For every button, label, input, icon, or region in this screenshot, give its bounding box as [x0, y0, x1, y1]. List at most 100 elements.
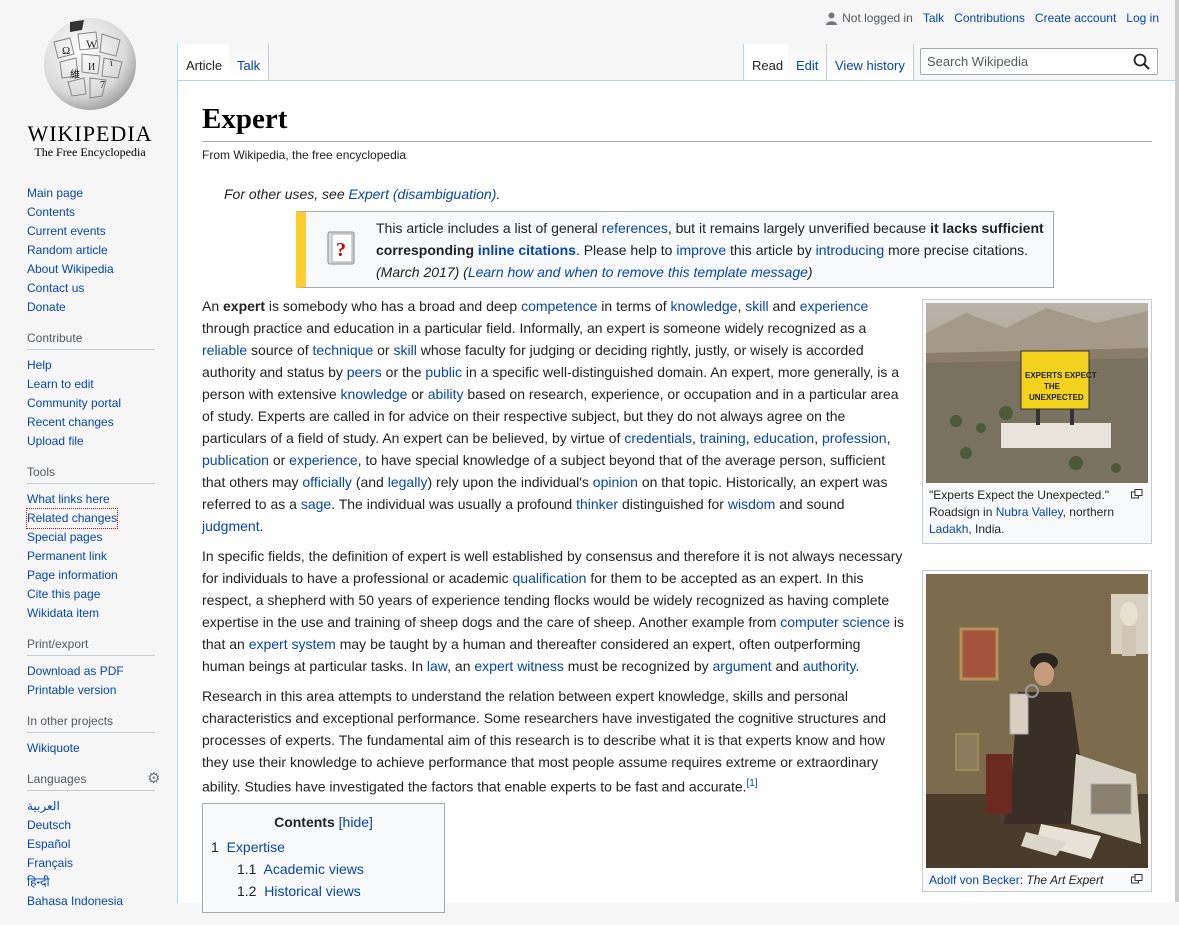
inline-link[interactable]: public: [425, 364, 462, 380]
sidebar-item-wikiquote[interactable]: Wikiquote: [27, 739, 172, 758]
language-link-fran-ais[interactable]: Français: [27, 854, 172, 873]
inline-link[interactable]: credentials: [624, 430, 692, 446]
search-input[interactable]: [921, 53, 1131, 70]
language-link-item-0[interactable]: العربية: [27, 797, 172, 816]
tab-talk[interactable]: Talk: [229, 44, 270, 80]
inline-link[interactable]: qualification: [513, 570, 587, 586]
inline-link[interactable]: argument: [713, 658, 772, 674]
sidebar-item-what-links-here[interactable]: What links here: [27, 490, 172, 509]
toc-entry[interactable]: 1 Expertise: [211, 836, 285, 858]
language-link-deutsch[interactable]: Deutsch: [27, 816, 172, 835]
tab-read[interactable]: Read: [743, 44, 793, 80]
sidebar-item-main-page[interactable]: Main page: [27, 184, 172, 203]
projects-heading: In other projects: [27, 714, 155, 733]
inline-link[interactable]: peers: [347, 364, 382, 380]
roadsign-image[interactable]: EXPERTS EXPECT THE UNEXPECTED: [926, 303, 1148, 483]
sidebar-item-upload-file[interactable]: Upload file: [27, 432, 172, 451]
toc-entry-label: Historical views: [264, 883, 361, 899]
inline-link[interactable]: ability: [428, 386, 464, 402]
search-box: [920, 48, 1158, 75]
sidebar-item-current-events[interactable]: Current events: [27, 222, 172, 241]
text-run: ,: [886, 430, 891, 446]
enlarge-icon[interactable]: [1131, 874, 1143, 884]
inline-link[interactable]: publication: [202, 452, 269, 468]
inline-link[interactable]: officially: [302, 474, 352, 490]
inline-link[interactable]: education: [754, 430, 815, 446]
sidebar-item-download-as-pdf[interactable]: Download as PDF: [27, 662, 172, 681]
inline-link[interactable]: opinion: [593, 474, 638, 490]
text-run: ,: [814, 430, 822, 446]
toc-hide-link[interactable]: [hide]: [339, 814, 373, 830]
sidebar-item-wikidata-item[interactable]: Wikidata item: [27, 604, 172, 623]
sidebar-item-recent-changes[interactable]: Recent changes: [27, 413, 172, 432]
inline-link[interactable]: thinker: [576, 496, 618, 512]
sidebar-item-permanent-link[interactable]: Permanent link: [27, 547, 172, 566]
introducing-link[interactable]: introducing: [816, 242, 885, 258]
inline-link[interactable]: knowledge: [671, 298, 738, 314]
inline-link[interactable]: expert witness: [474, 658, 563, 674]
toc-entry[interactable]: 1.2 Historical views: [237, 880, 361, 902]
art-expert-painting[interactable]: [926, 574, 1148, 868]
contributions-link[interactable]: Contributions: [954, 11, 1025, 25]
sidebar-item-random-article[interactable]: Random article: [27, 241, 172, 260]
inline-link[interactable]: reliable: [202, 342, 247, 358]
sidebar-item-help[interactable]: Help: [27, 356, 172, 375]
search-icon[interactable]: [1131, 51, 1153, 73]
sidebar-item-related-changes[interactable]: Related changes: [25, 508, 119, 529]
tab-edit[interactable]: Edit: [788, 44, 828, 80]
tab-view-history[interactable]: View history: [827, 44, 914, 80]
sidebar-item-contents[interactable]: Contents: [27, 203, 172, 222]
toc-entry[interactable]: 1.1 Academic views: [237, 858, 364, 880]
sidebar-item-cite-this-page[interactable]: Cite this page: [27, 585, 172, 604]
sidebar-item-contact-us[interactable]: Contact us: [27, 279, 172, 298]
sidebar-item-special-pages[interactable]: Special pages: [27, 528, 172, 547]
create-account-link[interactable]: Create account: [1035, 11, 1116, 25]
wikipedia-logo[interactable]: W Ω И ϊ 維 7 WIKIPEDIA The Free Encyclope…: [20, 12, 160, 162]
scrollbar[interactable]: [1175, 0, 1179, 902]
enlarge-icon[interactable]: [1131, 489, 1143, 499]
inline-link[interactable]: experience: [289, 452, 358, 468]
log-in-link[interactable]: Log in: [1126, 11, 1159, 25]
inline-link[interactable]: technique: [313, 342, 374, 358]
language-settings-gear-icon[interactable]: ⚙: [147, 769, 163, 787]
adolf-von-becker-link[interactable]: Adolf von Becker: [929, 873, 1020, 887]
ladakh-link[interactable]: Ladakh: [929, 522, 968, 536]
references-link[interactable]: references: [602, 220, 668, 236]
inline-link[interactable]: competence: [521, 298, 597, 314]
inline-link[interactable]: expert system: [249, 636, 336, 652]
svg-text:?: ?: [336, 239, 346, 261]
improve-link[interactable]: improve: [676, 242, 726, 258]
language-link-espa-ol[interactable]: Español: [27, 835, 172, 854]
hatnote-link[interactable]: Expert (disambiguation): [349, 186, 497, 202]
language-link-item-4[interactable]: हिन्दी: [27, 873, 172, 892]
sidebar-item-about-wikipedia[interactable]: About Wikipedia: [27, 260, 172, 279]
sidebar-item-page-information[interactable]: Page information: [27, 566, 172, 585]
citation-ref[interactable]: [1]: [747, 778, 758, 789]
inline-link[interactable]: skill: [745, 298, 768, 314]
learn-more-link[interactable]: Learn how and when to remove this templa…: [468, 264, 808, 280]
inline-link[interactable]: judgment: [202, 518, 260, 534]
talk-link[interactable]: Talk: [923, 11, 944, 25]
svg-text:THE: THE: [1044, 382, 1061, 391]
sidebar-item-learn-to-edit[interactable]: Learn to edit: [27, 375, 172, 394]
inline-link[interactable]: legally: [388, 474, 428, 490]
inline-link[interactable]: training: [700, 430, 746, 446]
text-run: . The individual was usually a profound: [331, 496, 577, 512]
sidebar-item-printable-version[interactable]: Printable version: [27, 681, 172, 700]
tab-article[interactable]: Article: [177, 44, 232, 80]
inline-link[interactable]: knowledge: [341, 386, 408, 402]
inline-link[interactable]: computer science: [780, 614, 890, 630]
inline-link[interactable]: profession: [822, 430, 887, 446]
inline-link[interactable]: sage: [301, 496, 331, 512]
citation-notice-text: This article includes a list of general …: [376, 220, 1044, 280]
inline-link[interactable]: authority: [803, 658, 856, 674]
sidebar-item-donate[interactable]: Donate: [27, 298, 172, 317]
inline-link[interactable]: experience: [800, 298, 869, 314]
inline-link[interactable]: wisdom: [728, 496, 775, 512]
sidebar-item-community-portal[interactable]: Community portal: [27, 394, 172, 413]
inline-citations-link[interactable]: inline citations: [478, 242, 576, 258]
inline-link[interactable]: law: [427, 658, 447, 674]
inline-link[interactable]: skill: [393, 342, 416, 358]
wikipedia-globe-icon: W Ω И ϊ 維 7: [44, 18, 136, 110]
nubra-valley-link[interactable]: Nubra Valley: [996, 505, 1063, 519]
